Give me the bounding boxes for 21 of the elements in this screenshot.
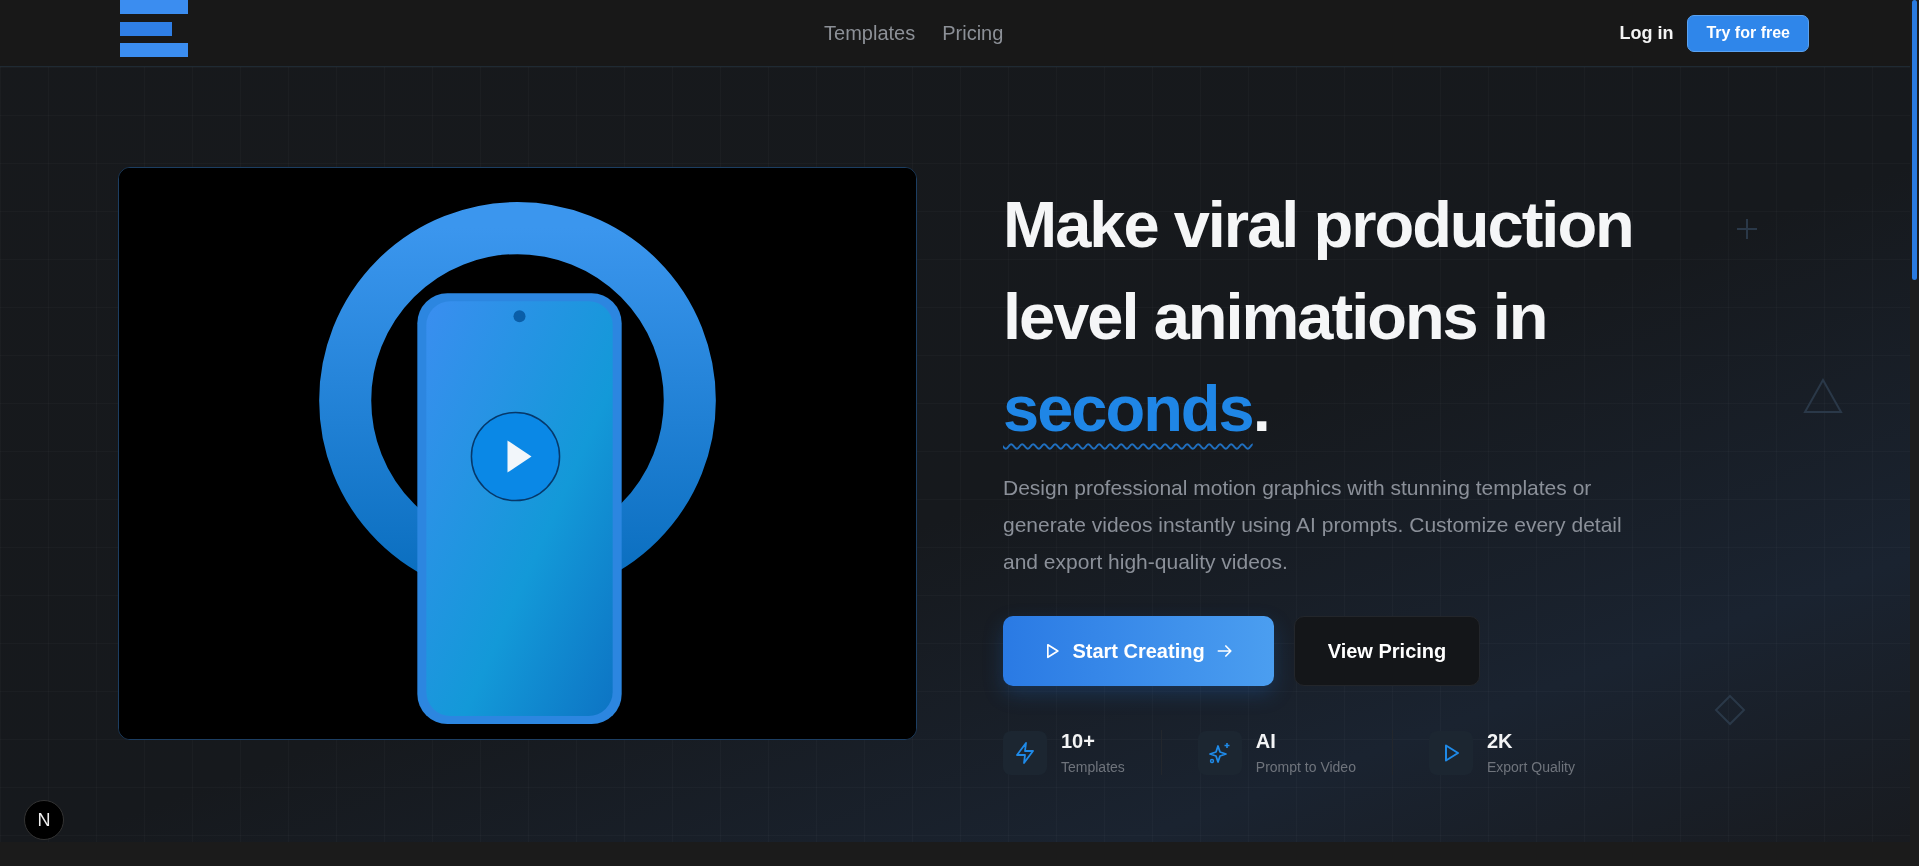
view-pricing-button[interactable]: View Pricing xyxy=(1294,616,1480,686)
headline: Make viral production level animations in seconds. xyxy=(1003,187,1634,447)
nav-link[interactable]: Pricing xyxy=(942,21,1004,45)
sparkle-icon xyxy=(1207,740,1232,765)
login-link[interactable]: Log in xyxy=(1619,22,1674,44)
lightning-icon xyxy=(1013,740,1037,765)
hero-description: Design professional motion graphics with stunning templates or generate videos instantly using AI prompts. Customize every detail and export high-quality videos. xyxy=(1003,475,1623,575)
stat-label: Templates xyxy=(1061,759,1125,775)
stat-value: 2K xyxy=(1486,730,1514,753)
try-free-button[interactable]: Try for free xyxy=(1687,14,1809,52)
stat-value: AI xyxy=(1255,730,1277,753)
start-creating-button[interactable]: Start Creating xyxy=(1003,616,1274,686)
diamond-icon xyxy=(1714,694,1746,726)
triangle-icon xyxy=(1803,378,1843,414)
stat-label: Export Quality xyxy=(1486,759,1575,775)
stat-value: 10+ xyxy=(1061,730,1096,753)
stat-label: Prompt to Video xyxy=(1255,759,1356,775)
dev-badge[interactable]: N xyxy=(24,800,64,840)
logo-icon[interactable] xyxy=(120,0,188,58)
plus-icon xyxy=(1735,217,1759,241)
nav-link[interactable]: Templates xyxy=(824,21,916,45)
